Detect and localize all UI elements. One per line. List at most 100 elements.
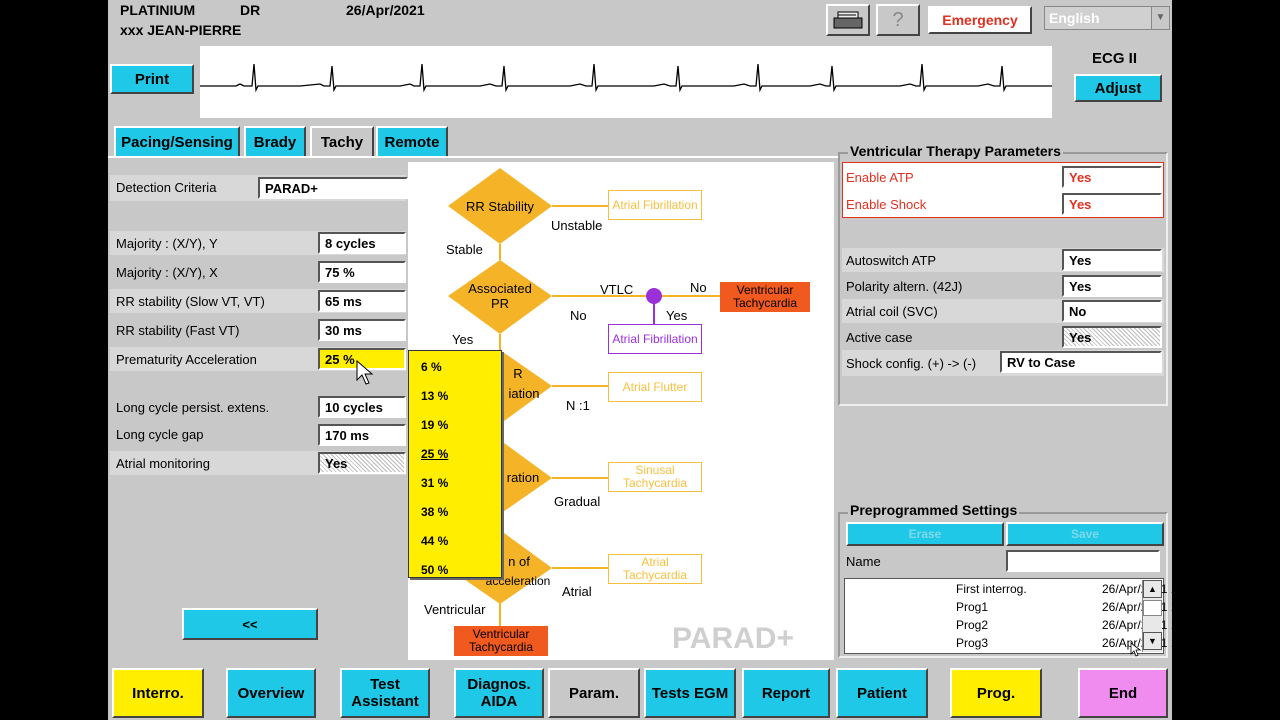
vtp-label-enable-shock: Enable Shock <box>846 197 927 212</box>
vtp-field-polarity[interactable]: Yes <box>1062 275 1162 297</box>
dropdown-option[interactable]: 19 % <box>409 410 501 439</box>
outcome-atrial-flutter: Atrial Flutter <box>608 372 702 402</box>
vtp-field-enable-atp[interactable]: Yes <box>1062 166 1162 188</box>
vtp-field-shock-config[interactable]: RV to Case <box>1000 351 1162 373</box>
list-item[interactable]: Prog126/Apr/2021 15:34 <box>956 600 1172 618</box>
dropdown-option[interactable]: 38 % <box>409 497 501 526</box>
vtp-label-atrial-coil: Atrial coil (SVC) <box>846 304 938 319</box>
dropdown-option-selected[interactable]: 25 % <box>409 439 501 468</box>
patient-name: xxx JEAN-PIERRE <box>120 22 242 38</box>
scroll-up-icon[interactable]: ▲ <box>1143 580 1162 598</box>
vtp-label-active-case: Active case <box>846 330 913 345</box>
param-button[interactable]: Param. <box>548 668 640 718</box>
label-gradual: Gradual <box>554 494 601 509</box>
param-field-long-cycle-persist[interactable]: 10 cycles <box>318 396 406 418</box>
help-button[interactable]: ? <box>876 4 920 36</box>
adjust-button[interactable]: Adjust <box>1074 74 1162 102</box>
scroll-thumb[interactable] <box>1143 600 1162 616</box>
language-select[interactable]: English ▼ <box>1044 6 1170 30</box>
param-label-long-cycle-gap: Long cycle gap <box>116 427 204 442</box>
param-label-long-cycle-persist: Long cycle persist. extens. <box>116 400 270 415</box>
vtp-field-active-case[interactable]: Yes <box>1062 326 1162 348</box>
print-button[interactable]: Print <box>110 64 194 94</box>
label-ventricular: Ventricular <box>424 602 486 617</box>
erase-button[interactable]: Erase <box>846 522 1004 546</box>
detection-criteria-field[interactable]: PARAD+ <box>258 177 408 199</box>
outcome-ventricular-tachycardia-2: Ventricular Tachycardia <box>454 626 548 656</box>
mouse-cursor-icon <box>356 360 374 385</box>
list-item[interactable]: First interrog.26/Apr/2021 15:21 <box>956 582 1172 600</box>
vtp-label-polarity: Polarity altern. (42J) <box>846 279 963 294</box>
chevron-down-icon: ▼ <box>1151 7 1169 29</box>
ecg-strip <box>200 46 1052 118</box>
dropdown-option[interactable]: 44 % <box>409 526 501 555</box>
programmer-screen: PLATINIUM DR 26/Apr/2021 xxx JEAN-PIERRE… <box>108 0 1172 720</box>
tab-tachy[interactable]: Tachy <box>310 126 374 156</box>
outcome-atrial-tachycardia: Atrial Tachycardia <box>608 554 702 584</box>
label-vtlc: VTLC <box>600 282 634 297</box>
vtp-label-enable-atp: Enable ATP <box>846 170 914 185</box>
param-field-atrial-monitoring[interactable]: Yes <box>318 452 406 474</box>
preprog-name-input[interactable] <box>1006 550 1160 572</box>
diamond-3-label: R <box>513 365 523 381</box>
diamond-4-label: ration <box>506 469 540 485</box>
printer-button[interactable] <box>826 4 870 36</box>
scroll-down-icon[interactable]: ▼ <box>1143 632 1162 650</box>
tests-egm-button[interactable]: Tests EGM <box>644 668 736 718</box>
report-button[interactable]: Report <box>742 668 830 718</box>
param-label-majority-x: Majority : (X/Y), X <box>116 265 218 280</box>
param-label-prematurity: Prematurity Acceleration <box>116 352 257 367</box>
list-scrollbar[interactable]: ▲ ▼ <box>1142 580 1162 652</box>
label-stable: Stable <box>446 242 483 257</box>
label-no: No <box>690 280 707 295</box>
outcome-sinusal-tachycardia: Sinusal Tachycardia <box>608 462 702 492</box>
list-item[interactable]: Prog226/Apr/2021 15:35 <box>956 618 1172 636</box>
vtp-field-enable-shock[interactable]: Yes <box>1062 193 1162 215</box>
back-button[interactable]: << <box>182 608 318 640</box>
cursor-icon <box>1130 642 1142 657</box>
vtp-field-atrial-coil[interactable]: No <box>1062 300 1162 322</box>
interro-button[interactable]: Interro. <box>112 668 204 718</box>
diamond-3-label-b: iation <box>508 385 540 401</box>
end-button[interactable]: End <box>1078 668 1168 718</box>
patient-button[interactable]: Patient <box>836 668 928 718</box>
vtp-field-autoswitch-atp[interactable]: Yes <box>1062 249 1162 271</box>
prog-button[interactable]: Prog. <box>950 668 1042 718</box>
param-field-long-cycle-gap[interactable]: 170 ms <box>318 424 406 446</box>
label-no-2: No <box>570 308 587 323</box>
ecg-trace <box>200 63 1052 93</box>
dropdown-option[interactable]: 31 % <box>409 468 501 497</box>
dropdown-option[interactable]: 50 % <box>409 555 501 584</box>
save-button[interactable]: Save <box>1006 522 1164 546</box>
tab-pacing-sensing[interactable]: Pacing/Sensing <box>114 126 240 156</box>
help-icon: ? <box>892 8 904 31</box>
prematurity-dropdown: 6 % 13 % 19 % 25 % 31 % 38 % 44 % 50 % <box>408 350 502 578</box>
dropdown-option[interactable]: 13 % <box>409 381 501 410</box>
param-field-majority-x[interactable]: 75 % <box>318 261 406 283</box>
vtp-title: Ventricular Therapy Parameters <box>848 143 1063 159</box>
diagnos-aida-button[interactable]: Diagnos. AIDA <box>454 668 544 718</box>
preprog-title: Preprogrammed Settings <box>848 502 1020 518</box>
param-label-rr-slow: RR stability (Slow VT, VT) <box>116 294 265 309</box>
param-field-rr-slow[interactable]: 65 ms <box>318 290 406 312</box>
device-name: PLATINIUM <box>120 2 196 18</box>
preprog-name-label: Name <box>846 554 881 569</box>
param-label-rr-fast: RR stability (Fast VT) <box>116 323 240 338</box>
param-label-atrial-monitoring: Atrial monitoring <box>116 456 210 471</box>
param-field-majority-y[interactable]: 8 cycles <box>318 232 406 254</box>
tab-remote[interactable]: Remote <box>376 126 448 156</box>
emergency-button[interactable]: Emergency <box>928 6 1032 34</box>
outcome-atrial-fibrillation: Atrial Fibrillation <box>608 190 702 220</box>
diamond-associated-pr: Associated PR <box>468 281 532 311</box>
param-field-rr-fast[interactable]: 30 ms <box>318 319 406 341</box>
label-yes: Yes <box>666 308 688 323</box>
overview-button[interactable]: Overview <box>226 668 316 718</box>
label-yes-2: Yes <box>452 332 474 347</box>
test-assistant-button[interactable]: Test Assistant <box>340 668 430 718</box>
vtp-label-autoswitch-atp: Autoswitch ATP <box>846 253 937 268</box>
tab-brady[interactable]: Brady <box>244 126 306 156</box>
outcome-atrial-fibrillation-2: Atrial Fibrillation <box>608 324 702 354</box>
dropdown-option[interactable]: 6 % <box>409 352 501 381</box>
detection-label: Detection Criteria <box>116 180 217 195</box>
diamond-rr-stability: RR Stability <box>466 198 534 214</box>
